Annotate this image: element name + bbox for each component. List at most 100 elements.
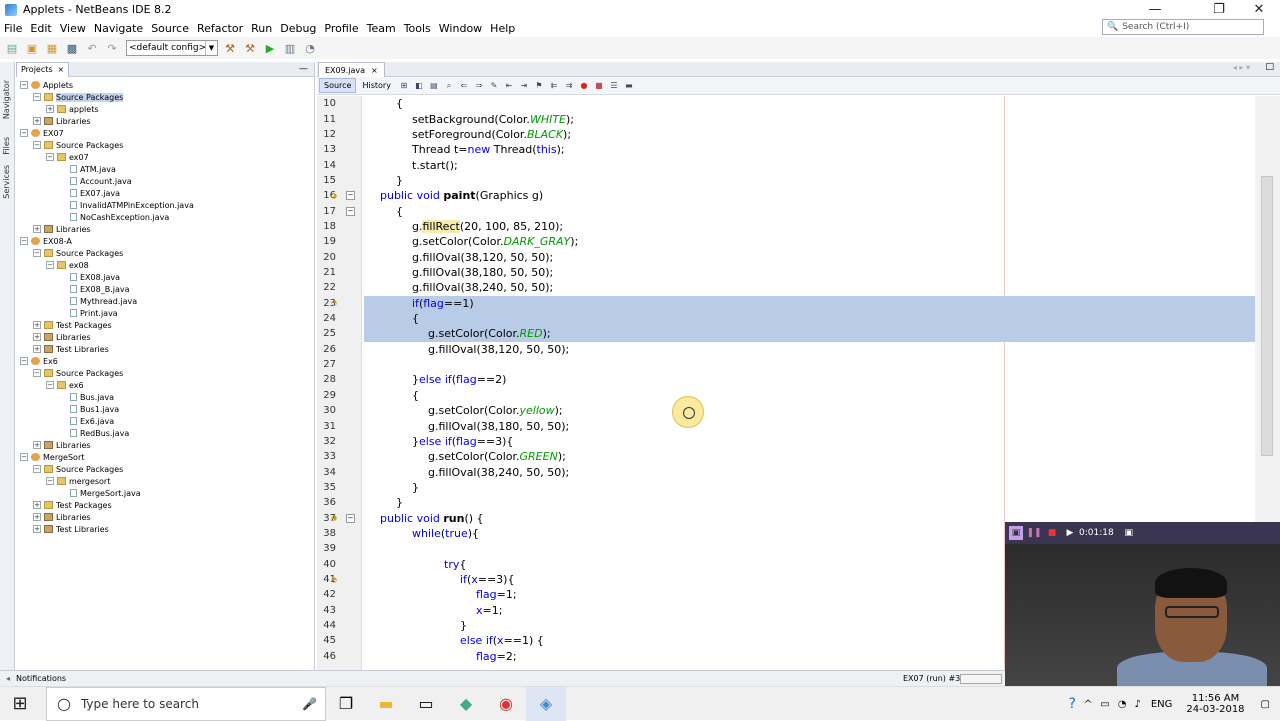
menu-run[interactable]: Run [247,22,276,35]
search-box[interactable]: 🔍 Search (Ctrl+I) [1102,19,1264,35]
code-line[interactable]: 10 { [317,96,1255,111]
expand-icon[interactable]: + [46,105,54,113]
tray-chevron-icon[interactable]: ^ [1084,699,1092,710]
tree-item[interactable]: EX08_B.java [16,283,314,295]
collapse-icon[interactable]: − [33,465,41,473]
expand-icon[interactable]: + [33,501,41,509]
clean-build-icon[interactable]: ⚒ [242,40,258,56]
tree-item[interactable]: Bus.java [16,391,314,403]
tree-item[interactable]: − mergesort [16,475,314,487]
override-marker-icon[interactable]: ◑ [331,192,337,200]
collapse-icon[interactable]: − [33,141,41,149]
tree-item[interactable]: − Applets [16,79,314,91]
redo-icon[interactable]: ↷ [104,40,120,56]
debug-icon[interactable]: ▥ [282,40,298,56]
tree-item[interactable]: + Libraries [16,511,314,523]
tree-item[interactable]: ATM.java [16,163,314,175]
save-all-icon[interactable]: ▩ [64,40,80,56]
profile-icon[interactable]: ◔ [302,40,318,56]
tree-item[interactable]: Mythread.java [16,295,314,307]
code-line[interactable]: 28}else if(flag==2) [317,372,1255,387]
menu-team[interactable]: Team [363,22,400,35]
maximize-button[interactable]: ❐ [1200,0,1238,19]
tree-item[interactable]: − Ex6 [16,355,314,367]
action-center-icon[interactable]: ▢ [1261,699,1270,710]
play-icon[interactable]: ▶ [1063,526,1077,540]
tree-item[interactable]: + Libraries [16,439,314,451]
tree-item[interactable]: − EX08-A [16,235,314,247]
app-icon[interactable]: ◆ [446,687,486,721]
code-line[interactable]: 24 { [323,310,1255,327]
tree-item[interactable]: + Test Packages [16,499,314,511]
config-select[interactable]: <default config> ▼ [126,40,218,56]
toggle-highlight-icon[interactable]: ✎ [488,80,500,92]
expand-icon[interactable]: + [33,525,41,533]
run-icon[interactable]: ▶ [262,40,278,56]
code-line[interactable]: 13 Thread t=new Thread(this); [317,142,1255,157]
tree-item[interactable]: NoCashException.java [16,211,314,223]
new-file-icon[interactable]: ▤ [4,40,20,56]
shift-left-icon[interactable]: ⇇ [548,80,560,92]
tree-item[interactable]: − ex07 [16,151,314,163]
code-line[interactable]: 22 g.fillOval(38,240, 50, 50); [317,280,1255,295]
menu-tools[interactable]: Tools [400,22,435,35]
fold-icon[interactable]: − [346,206,355,216]
tree-item[interactable]: EX08.java [16,271,314,283]
collapse-icon[interactable]: − [20,237,28,245]
code-line[interactable]: 34 g.fillOval(38,240, 50, 50); [317,464,1255,479]
next-bookmark-icon[interactable]: ⇥ [518,80,530,92]
code-line[interactable]: 16 ◑ − public void paint(Graphics g) [317,188,1255,203]
services-tab[interactable]: Services [2,165,11,199]
last-edit-icon[interactable]: ⊞ [398,80,410,92]
code-line[interactable]: 18 g.fillRect(20, 100, 85, 210); [317,219,1255,234]
collapse-icon[interactable]: − [46,381,54,389]
chrome-icon[interactable]: ◉ [486,687,526,721]
tree-item[interactable]: Ex6.java [16,415,314,427]
find-icon[interactable]: ⌕ [443,80,455,92]
recorder-menu-icon[interactable]: ▣ [1122,526,1136,540]
history-mode-button[interactable]: History [358,78,394,93]
shift-right-icon[interactable]: ⇉ [563,80,575,92]
menu-view[interactable]: View [56,22,90,35]
netbeans-taskbar-icon[interactable]: ◈ [526,686,566,721]
tree-item[interactable]: − MergeSort [16,451,314,463]
override-marker-icon[interactable]: ◔ [331,299,337,307]
tree-item[interactable]: − Source Packages [16,91,314,103]
tree-item[interactable]: − Source Packages [16,139,314,151]
tree-item[interactable]: − Source Packages [16,367,314,379]
tree-item[interactable]: Print.java [16,307,314,319]
back-icon[interactable]: ◧ [413,80,425,92]
clock[interactable]: 11:56 AM 24-03-2018 [1186,693,1244,715]
close-icon[interactable]: × [58,65,65,74]
expand-icon[interactable]: + [33,441,41,449]
code-line[interactable]: 23 ◔ if(flag==1) [323,295,1255,311]
taskbar-search[interactable]: ○ Type here to search 🎤 [46,686,326,721]
projects-tab[interactable]: Projects × [16,61,70,77]
terminal-icon[interactable]: ▭ [406,687,446,721]
tree-item[interactable]: + Libraries [16,223,314,235]
expand-icon[interactable]: + [33,117,41,125]
code-line[interactable]: 33 g.setColor(Color.GREEN); [317,449,1255,464]
tree-item[interactable]: + Libraries [16,115,314,127]
stop-icon[interactable]: ■ [1045,526,1059,540]
code-line[interactable]: 31 g.fillOval(38,180, 50, 50); [317,418,1255,433]
tree-item[interactable]: Account.java [16,175,314,187]
override-marker-icon[interactable]: ◔ [331,576,337,584]
volume-icon[interactable]: ♪ [1134,699,1140,710]
tree-item[interactable]: + Libraries [16,331,314,343]
new-project-icon[interactable]: ▣ [24,40,40,56]
code-line[interactable]: 12 setForeground(Color.BLACK); [317,127,1255,142]
run-status[interactable]: EX07 (run) #3 [903,674,960,683]
microphone-icon[interactable]: 🎤 [302,697,317,711]
menu-edit[interactable]: Edit [26,22,55,35]
open-project-icon[interactable]: ▦ [44,40,60,56]
override-marker-icon[interactable]: ◑ [331,514,337,522]
minimize-button[interactable]: — [1136,0,1174,19]
collapse-icon[interactable]: − [33,93,41,101]
collapse-icon[interactable]: − [46,153,54,161]
tree-item[interactable]: − Source Packages [16,463,314,475]
code-line[interactable]: 14 t.start(); [317,157,1255,172]
tree-item[interactable]: InvalidATMPinException.java [16,199,314,211]
help-icon[interactable]: ? [1068,696,1075,712]
minimize-panel-icon[interactable]: — [299,64,308,74]
